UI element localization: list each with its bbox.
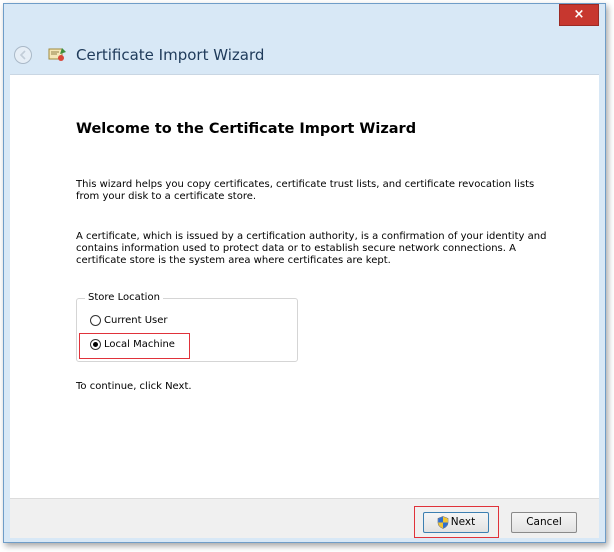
cancel-button-label: Cancel	[526, 516, 562, 528]
page-title: Welcome to the Certificate Import Wizard	[76, 121, 417, 137]
radio-button[interactable]	[90, 315, 101, 326]
radio-local-machine[interactable]: Local Machine	[90, 338, 175, 352]
cancel-button[interactable]: Cancel	[511, 512, 577, 533]
shield-icon	[437, 516, 449, 529]
radio-label: Local Machine	[104, 339, 175, 350]
description-paragraph: A certificate, which is issued by a cert…	[76, 231, 547, 266]
wizard-header: Certificate Import Wizard	[4, 38, 605, 74]
continue-instruction: To continue, click Next.	[76, 381, 192, 392]
radio-button-selected[interactable]	[90, 339, 101, 350]
store-location-legend: Store Location	[85, 292, 163, 304]
back-button[interactable]	[14, 46, 32, 64]
back-arrow-icon	[19, 50, 26, 60]
intro-paragraph: This wizard helps you copy certificates,…	[76, 179, 535, 202]
close-button[interactable]: ×	[559, 4, 599, 26]
radio-label: Current User	[104, 315, 168, 326]
wizard-footer: Next Cancel	[10, 498, 599, 538]
next-button[interactable]: Next	[423, 512, 489, 533]
radio-current-user[interactable]: Current User	[90, 314, 168, 328]
wizard-window: × Certificate Import Wizard Welcome to t…	[3, 3, 606, 543]
wizard-content: Welcome to the Certificate Import Wizard…	[10, 74, 599, 498]
store-location-group: Store Location Current User Local Machin…	[76, 292, 298, 362]
certificate-icon	[48, 48, 66, 61]
wizard-title: Certificate Import Wizard	[76, 46, 265, 64]
next-button-label: Next	[450, 516, 476, 528]
close-icon: ×	[573, 7, 585, 22]
